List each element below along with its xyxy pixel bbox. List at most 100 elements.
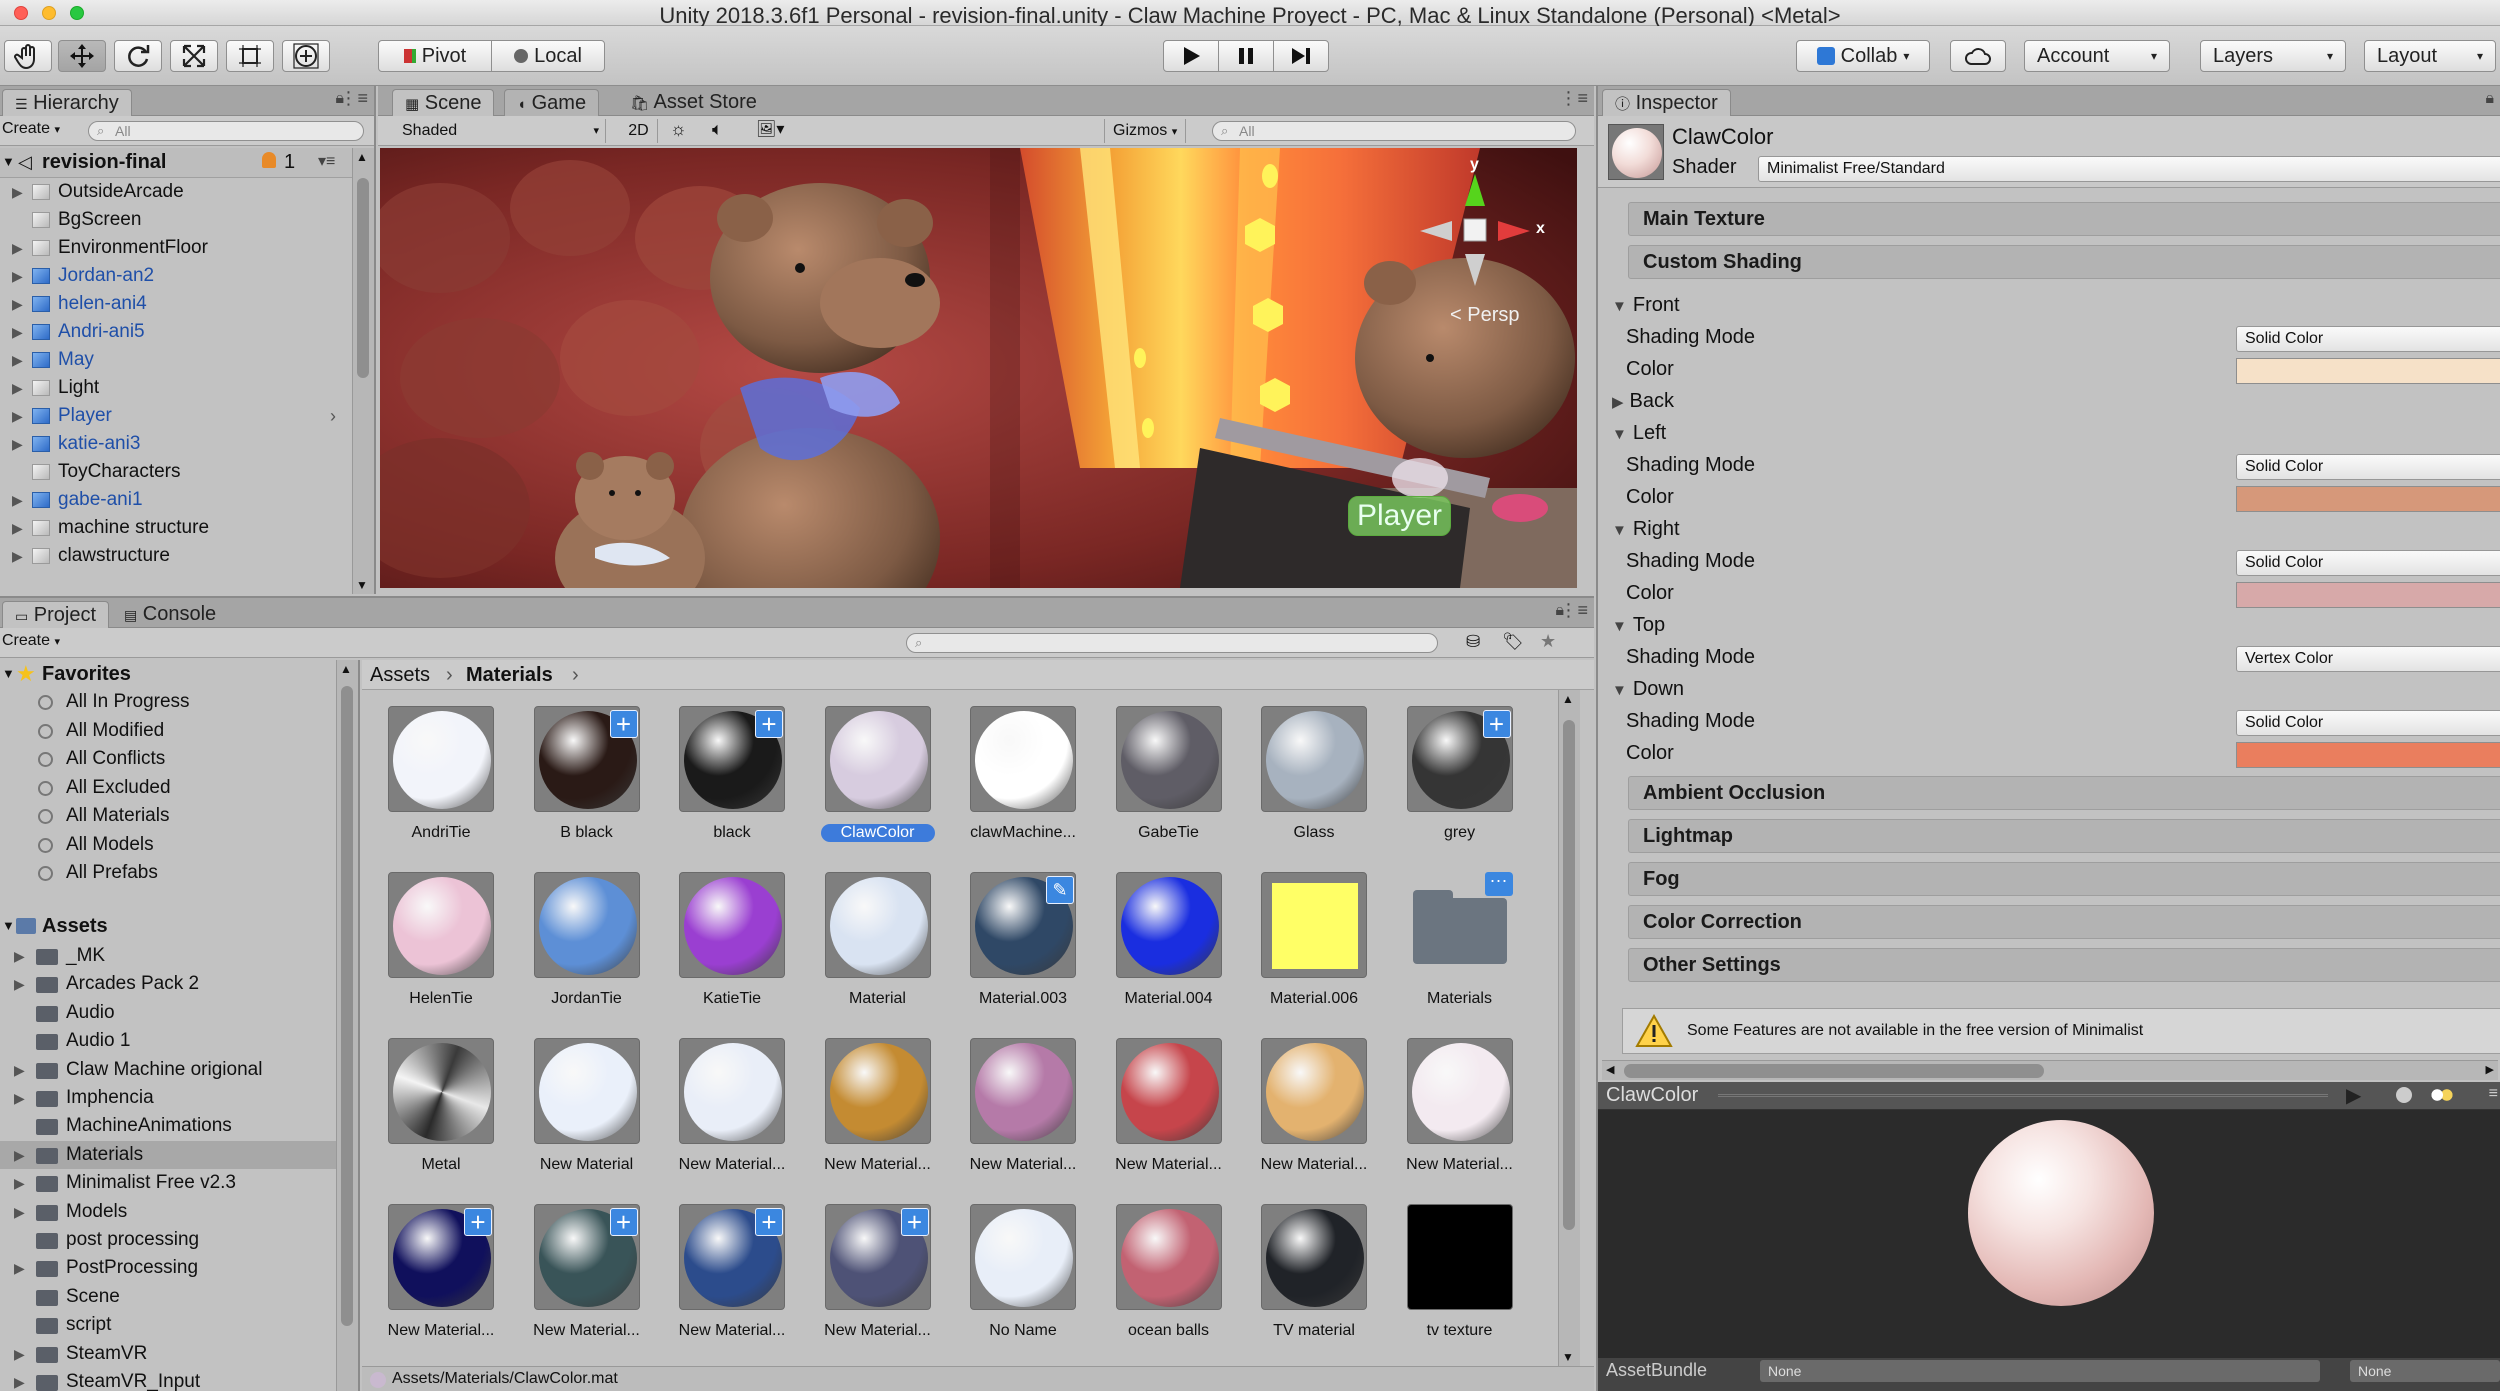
2d-toggle-button[interactable]: 2D	[620, 119, 658, 143]
player-label[interactable]: Player	[1348, 496, 1452, 536]
collab-dropdown[interactable]: Collab ▾	[1796, 40, 1930, 72]
material-tile[interactable]: + New Material...	[376, 1204, 506, 1364]
hierarchy-scrollbar[interactable]: ▲ ▼	[352, 148, 374, 594]
scroll-up-icon[interactable]: ▲	[340, 662, 352, 676]
tab-project[interactable]: ▭ Project	[2, 601, 110, 628]
material-tile[interactable]: ✎ Material.003	[958, 872, 1088, 1032]
inspector-h-scroll-thumb[interactable]	[1624, 1064, 2044, 1078]
rect-tool-button[interactable]	[226, 40, 274, 72]
scroll-right-icon[interactable]: ▶	[2486, 1063, 2494, 1076]
expand-arrow-icon[interactable]: ▶	[14, 1141, 25, 1169]
scene-menu-icon[interactable]: ▾≡	[318, 151, 335, 171]
material-preview-area[interactable]	[1598, 1110, 2500, 1358]
inspector-section-header[interactable]: Main Texture	[1628, 202, 2500, 236]
favorites-item[interactable]: All Modified	[0, 717, 336, 745]
hierarchy-item[interactable]: ▶ machine structure	[0, 514, 352, 542]
asset-folder-item[interactable]: ▶ Minimalist Free v2.3	[0, 1169, 336, 1197]
add-override-icon[interactable]: +	[900, 1208, 929, 1236]
expand-arrow-icon[interactable]: ▶	[12, 374, 23, 402]
step-button[interactable]	[1273, 40, 1329, 72]
layers-dropdown[interactable]: Layers ▾	[2200, 40, 2346, 72]
foldout-arrow-icon[interactable]: ▼	[1612, 618, 1627, 635]
inspector-section-header[interactable]: Custom Shading	[1628, 245, 2500, 279]
shading-mode-dropdown[interactable]: Vertex Color	[2236, 646, 2500, 672]
material-tile[interactable]: KatieTie	[667, 872, 797, 1032]
shading-mode-dropdown[interactable]: Solid Color	[2236, 550, 2500, 576]
material-tile[interactable]: JordanTie	[522, 872, 652, 1032]
collapse-arrow-icon[interactable]: ▼	[2, 154, 15, 169]
tab-asset-store[interactable]: 🛍︎ Asset Store	[618, 89, 769, 116]
expand-arrow-icon[interactable]: ▶	[12, 402, 23, 430]
transform-tool-button[interactable]	[282, 40, 330, 72]
expand-arrow-icon[interactable]: ▶	[14, 1169, 25, 1197]
hierarchy-scene-header[interactable]: ▼ ◁ revision-final 1 ▾≡	[0, 148, 352, 178]
expand-arrow-icon[interactable]: ▶	[12, 262, 23, 290]
favorites-item[interactable]: All Conflicts	[0, 745, 336, 773]
project-search-input[interactable]: ⌕	[906, 633, 1438, 653]
layout-dropdown[interactable]: Layout ▾	[2364, 40, 2496, 72]
tab-hierarchy[interactable]: ☰ Hierarchy	[2, 89, 132, 116]
shading-mode-dropdown[interactable]: Solid Color	[2236, 710, 2500, 736]
project-tree-scrollbar[interactable]: ▲	[336, 660, 358, 1391]
rotate-tool-button[interactable]	[114, 40, 162, 72]
add-override-icon[interactable]: +	[609, 1208, 638, 1236]
favorite-star-icon[interactable]: ★	[1540, 631, 1556, 652]
shading-face-foldout[interactable]: ▼ Left	[1612, 422, 1666, 445]
scale-tool-button[interactable]	[170, 40, 218, 72]
expand-arrow-icon[interactable]: ▶	[12, 346, 23, 374]
asset-folder-item[interactable]: ▶ SteamVR_Input	[0, 1368, 336, 1391]
more-options-icon[interactable]: ···	[1484, 872, 1513, 896]
expand-arrow-icon[interactable]: ▶	[14, 1254, 25, 1282]
color-field[interactable]	[2236, 742, 2500, 768]
material-tile[interactable]: ClawColor	[813, 706, 943, 866]
inspector-section-header[interactable]: Fog	[1628, 862, 2500, 896]
filter-type-icon[interactable]: ⛁	[1466, 632, 1480, 652]
asset-folder-item[interactable]: ▶ Imphencia	[0, 1084, 336, 1112]
asset-folder-item[interactable]: script	[0, 1311, 336, 1339]
material-tile[interactable]: Glass	[1249, 706, 1379, 866]
color-field[interactable]	[2236, 582, 2500, 608]
inspector-h-scrollbar[interactable]: ◀ ▶	[1602, 1060, 2498, 1080]
hierarchy-scroll-thumb[interactable]	[357, 178, 369, 378]
scroll-down-icon[interactable]: ▼	[356, 578, 368, 592]
shading-face-foldout[interactable]: ▶ Back	[1612, 390, 1674, 413]
asset-folder-item[interactable]: Audio	[0, 999, 336, 1027]
hierarchy-item[interactable]: ▶ Andri-ani5	[0, 318, 352, 346]
material-tile[interactable]: + New Material...	[813, 1204, 943, 1364]
expand-arrow-icon[interactable]: ▶	[14, 1340, 25, 1368]
material-tile[interactable]: Material	[813, 872, 943, 1032]
scene-search-input[interactable]: ⌕ All	[1212, 121, 1576, 141]
hierarchy-item[interactable]: ▶ Jordan-an2	[0, 262, 352, 290]
tab-scene[interactable]: ▦ Scene	[392, 89, 495, 116]
material-tile[interactable]: + grey	[1395, 706, 1525, 866]
audio-toggle-icon[interactable]: 🔈︎	[712, 119, 723, 140]
expand-arrow-icon[interactable]: ▶	[12, 290, 23, 318]
material-tile[interactable]: New Material	[522, 1038, 652, 1198]
material-tile[interactable]: New Material...	[1249, 1038, 1379, 1198]
expand-arrow-icon[interactable]: ▶	[14, 1368, 25, 1391]
hierarchy-item[interactable]: ▶ gabe-ani1	[0, 486, 352, 514]
hierarchy-item[interactable]: ▶ EnvironmentFloor	[0, 234, 352, 262]
tab-console[interactable]: ▤ Console	[112, 601, 228, 628]
assetbundle-dropdown[interactable]: None	[1760, 1360, 2320, 1382]
cloud-button[interactable]	[1950, 40, 2006, 72]
orientation-gizmo[interactable]: y x < Persp	[1380, 156, 1550, 326]
preview-sphere-icon[interactable]	[2396, 1087, 2412, 1103]
play-button[interactable]	[1163, 40, 1219, 72]
favorites-header[interactable]: ▼ ★ Favorites	[0, 660, 340, 688]
foldout-arrow-icon[interactable]: ▼	[1612, 426, 1627, 443]
hierarchy-item[interactable]: ▶ Player ›	[0, 402, 352, 430]
assets-header[interactable]: ▼ Assets	[0, 912, 340, 940]
hierarchy-search-input[interactable]: ⌕ All	[88, 121, 364, 141]
hand-tool-button[interactable]	[4, 40, 52, 72]
move-tool-button[interactable]	[58, 40, 106, 72]
asset-folder-item[interactable]: Scene	[0, 1283, 336, 1311]
lock-icon[interactable]: 🔒︎	[2485, 90, 2494, 108]
asset-folder-item[interactable]: ▶ Claw Machine origional	[0, 1056, 336, 1084]
expand-arrow-icon[interactable]: ▶	[12, 486, 23, 514]
lighting-toggle-icon[interactable]: ☼	[670, 119, 687, 140]
preview-play-icon[interactable]: ▶	[2346, 1083, 2361, 1108]
panel-menu-icon[interactable]: ⋮≡	[1559, 600, 1588, 621]
material-tile[interactable]: New Material...	[1395, 1038, 1525, 1198]
hierarchy-item[interactable]: ▶ helen-ani4	[0, 290, 352, 318]
